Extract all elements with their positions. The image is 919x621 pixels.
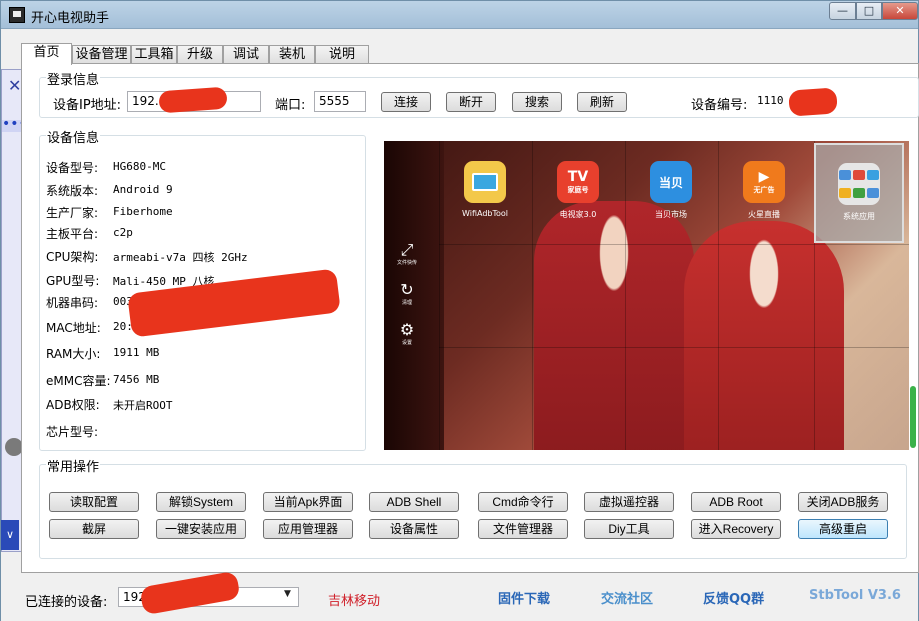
info-label-serial: 机器串码: [46,296,99,310]
app-tile-mars-live[interactable]: ▶ 无广告 火星直播 [719,161,809,220]
unlock-system-button[interactable]: 解锁System [156,492,246,512]
info-value-model: HG680-MC [113,160,166,173]
common-ops-group-title: 常用操作 [46,456,101,475]
info-label-model: 设备型号: [46,161,99,175]
connect-button[interactable]: 连接 [381,92,431,112]
info-label-platform: 主板平台: [46,227,99,241]
minimize-button[interactable]: — [829,2,856,20]
feedback-qq-link[interactable]: 反馈QQ群 [703,588,764,607]
tab-device-management[interactable]: 设备管理 [72,45,131,64]
firmware-download-link[interactable]: 固件下载 [498,588,550,607]
preview-grid-line [439,347,909,348]
app-tile-system-apps[interactable]: 系统应用 [814,143,904,243]
redaction-mark [158,86,228,114]
device-properties-button[interactable]: 设备属性 [369,519,459,539]
tab-help[interactable]: 说明 [315,45,369,64]
adb-root-button[interactable]: ADB Root [691,492,781,512]
close-adb-button[interactable]: 关闭ADB服务 [798,492,888,512]
read-config-button[interactable]: 读取配置 [49,492,139,512]
app-tile-dangbei[interactable]: 当贝 当贝市场 [626,161,716,220]
settings-gear-icon[interactable]: ⚙ 设置 [396,321,418,347]
tab-home[interactable]: 首页 [21,43,72,65]
info-label-chip: 芯片型号: [46,425,99,439]
info-value-ram: 1911 MB [113,346,160,359]
disconnect-button[interactable]: 断开 [446,92,496,112]
app-label: 当贝市场 [655,210,687,219]
clean-icon[interactable]: ↻ 清理 [396,281,418,307]
port-label: 端口: [275,98,306,113]
app-tile-wifiadbtool[interactable]: WifiAdbTool [440,161,530,218]
info-value-platform: c2p [113,226,133,239]
search-button[interactable]: 搜索 [512,92,562,112]
refresh-button[interactable]: 刷新 [577,92,627,112]
preview-grid-line [439,244,909,245]
scrollbar-thumb[interactable] [910,386,916,448]
adb-shell-button[interactable]: ADB Shell [369,492,459,512]
cmd-button[interactable]: Cmd命令行 [478,492,568,512]
info-label-adb: ADB权限: [46,398,100,412]
app-label: 系统应用 [843,212,875,221]
wifi-adb-tool-icon [464,161,506,203]
file-transfer-icon[interactable]: ⤢ 文件快传 [396,241,418,267]
app-manager-button[interactable]: 应用管理器 [263,519,353,539]
virtual-remote-button[interactable]: 虚拟遥控器 [584,492,674,512]
tab-debug[interactable]: 调试 [223,45,269,64]
preview-figure [534,201,694,450]
preview-figure [684,221,844,450]
device-no-label: 设备编号: [691,98,748,113]
dangbei-market-icon: 当贝 [650,161,692,203]
maximize-button[interactable]: □ [856,2,882,20]
info-value-manufacturer: Fiberhome [113,205,173,218]
diy-tools-button[interactable]: Diy工具 [584,519,674,539]
advanced-reboot-button[interactable]: 高级重启 [798,519,888,539]
info-label-os: 系统版本: [46,184,99,198]
app-icon [9,7,25,23]
info-label-manufacturer: 生产厂家: [46,206,99,220]
close-button[interactable]: ✕ [882,2,918,20]
tab-toolbox[interactable]: 工具箱 [131,45,177,64]
app-label: 电视家3.0 [559,210,597,219]
main-window: 开心电视助手 — □ ✕ ✕ ••• ∨ 首页 设备管理 工具箱 升级 调试 装… [0,0,919,621]
info-value-adb: 未开启ROOT [113,399,173,412]
tv-screen-preview[interactable]: WifiAdbTool TV 家庭号 电视家3.0 当贝 当贝市场 ▶ 无广告 … [384,141,909,450]
tv-home-icon: TV 家庭号 [557,161,599,203]
info-label-cpu: CPU架构: [46,250,99,264]
chevron-down-icon[interactable]: ▼ [284,589,291,599]
window-title: 开心电视助手 [31,11,110,26]
info-label-mac: MAC地址: [46,321,101,335]
mars-live-icon: ▶ 无广告 [743,161,785,203]
connected-device-label: 已连接的设备: [25,595,108,610]
system-apps-icon [838,163,880,205]
app-label: 火星直播 [748,210,780,219]
community-link[interactable]: 交流社区 [601,588,653,607]
close-icon[interactable]: ✕ [8,76,21,95]
info-value-cpu: armeabi-v7a 四核 2GHz [113,251,248,264]
info-value-emmc: 7456 MB [113,373,160,386]
app-tile-tv-home[interactable]: TV 家庭号 电视家3.0 [533,161,623,220]
tab-install[interactable]: 装机 [269,45,315,64]
title-bar: 开心电视助手 — □ ✕ [1,1,918,29]
screenshot-button[interactable]: 截屏 [49,519,139,539]
login-group-title: 登录信息 [46,69,101,88]
app-label: WifiAdbTool [461,209,509,218]
redaction-mark [788,87,838,117]
install-apps-button[interactable]: 一键安装应用 [156,519,246,539]
carrier-label: 吉林移动 [328,594,381,609]
info-label-emmc: eMMC容量: [46,374,111,388]
device-no-value: 1110 [757,94,784,107]
version-label: StbTool V3.6 [809,588,901,603]
ip-label: 设备IP地址: [53,98,122,113]
info-label-ram: RAM大小: [46,347,101,361]
file-manager-button[interactable]: 文件管理器 [478,519,568,539]
enter-recovery-button[interactable]: 进入Recovery [691,519,781,539]
info-value-os: Android 9 [113,183,173,196]
tab-upgrade[interactable]: 升级 [177,45,223,64]
info-label-gpu: GPU型号: [46,274,100,288]
device-info-group-title: 设备信息 [46,127,101,146]
port-input[interactable]: 5555 [314,91,366,112]
current-apk-button[interactable]: 当前Apk界面 [263,492,353,512]
chevron-down-icon[interactable]: ∨ [1,520,19,550]
